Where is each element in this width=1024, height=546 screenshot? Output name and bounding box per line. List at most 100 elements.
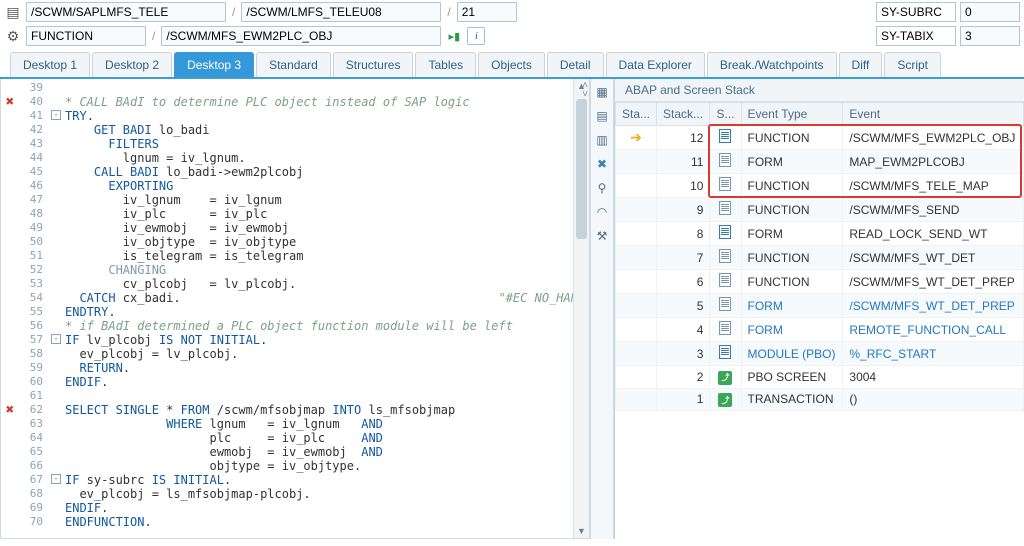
code-line[interactable]: IF sy-subrc IS INITIAL. [65,473,573,487]
code-line[interactable]: CALL BADI lo_badi->ewm2plcobj [65,165,573,179]
code-line[interactable]: ewmobj = iv_ewmobj AND [65,445,573,459]
stack-row[interactable]: 10FUNCTION/SCWM/MFS_TELE_MAP [616,174,1024,198]
code-line[interactable]: ENDFUNCTION. [65,515,573,529]
info-icon[interactable]: i [467,27,485,45]
stack-row[interactable]: 8FORMREAD_LOCK_SEND_WT [616,222,1024,246]
stack-row[interactable]: 3MODULE (PBO)%_RFC_START [616,342,1024,366]
stack-header[interactable]: Event Type [741,103,843,126]
stack-row[interactable]: 6FUNCTION/SCWM/MFS_WT_DET_PREP [616,270,1024,294]
editor-nav-arrows[interactable]: ˄˅ [582,81,588,99]
code-line[interactable]: CHANGING [65,263,573,277]
code-line[interactable]: ENDIF. [65,501,573,515]
code-line[interactable]: cv_plcobj = lv_plcobj. [65,277,573,291]
element-name-input[interactable] [161,26,441,46]
fold-icon[interactable]: - [51,110,61,120]
code-body[interactable]: * CALL BAdI to determine PLC object inst… [51,79,573,538]
line-number[interactable]: 48 [1,207,51,221]
stack-header[interactable]: Event [843,103,1024,126]
code-line[interactable]: FILTERS [65,137,573,151]
code-line[interactable]: plc = iv_plc AND [65,431,573,445]
tool-icon[interactable]: ⚒ [593,227,611,245]
line-number[interactable]: 50 [1,235,51,249]
code-line[interactable] [65,81,573,95]
tab-diff[interactable]: Diff [839,52,883,77]
line-number[interactable]: 46 [1,179,51,193]
stack-row[interactable]: 2⤴PBO SCREEN3004 [616,366,1024,389]
secondary-input[interactable] [241,2,441,22]
stack-row[interactable]: 11FORMMAP_EWM2PLCOBJ [616,150,1024,174]
line-number[interactable]: 70 [1,515,51,529]
layout-icon[interactable]: ▦ [593,83,611,101]
line-number[interactable]: 56 [1,319,51,333]
line-number[interactable]: 67- [1,473,51,487]
tab-objects[interactable]: Objects [478,52,545,77]
line-number[interactable]: 49 [1,221,51,235]
fold-icon[interactable]: - [51,474,61,484]
code-line[interactable]: is_telegram = is_telegram [65,249,573,263]
code-line[interactable]: TRY. [65,109,573,123]
tab-desktop-2[interactable]: Desktop 2 [92,52,172,77]
list-icon[interactable]: ▤ [593,107,611,125]
stack-row[interactable]: ➔12FUNCTION/SCWM/MFS_EWM2PLC_OBJ [616,126,1024,150]
line-number[interactable]: 61 [1,389,51,403]
line-number[interactable]: 57- [1,333,51,347]
tab-tables[interactable]: Tables [415,52,476,77]
stack-header[interactable]: Stack... [657,103,710,126]
line-number[interactable]: 59 [1,361,51,375]
code-line[interactable]: iv_ewmobj = iv_ewmobj [65,221,573,235]
stack-header[interactable]: Sta... [616,103,657,126]
code-line[interactable]: SELECT SINGLE * FROM /scwm/mfsobjmap INT… [65,403,573,417]
line-number[interactable]: 63 [1,417,51,431]
code-line[interactable]: iv_objtype = iv_objtype [65,235,573,249]
tab-desktop-1[interactable]: Desktop 1 [10,52,90,77]
line-number[interactable]: 52 [1,263,51,277]
vertical-scrollbar[interactable]: ▲ ▼ [573,79,589,538]
delete-icon[interactable]: ✖ [593,155,611,173]
stack-header[interactable]: S... [710,103,741,126]
program-include-input[interactable] [26,2,226,22]
code-line[interactable]: GET BADI lo_badi [65,123,573,137]
code-line[interactable]: RETURN. [65,361,573,375]
code-line[interactable]: ev_plcobj = ls_mfsobjmap-plcobj. [65,487,573,501]
goto-icon[interactable]: ▸▮ [445,27,463,45]
line-number[interactable]: 68 [1,487,51,501]
line-number[interactable]: 42 [1,123,51,137]
stack-row[interactable]: 7FUNCTION/SCWM/MFS_WT_DET [616,246,1024,270]
sy-subrc-value[interactable] [960,2,1020,22]
code-line[interactable]: ev_plcobj = lv_plcobj. [65,347,573,361]
breakpoint-icon[interactable]: ✖ [3,95,17,109]
breakpoint-icon[interactable]: ✖ [3,403,17,417]
line-number[interactable]: 39 [1,81,51,95]
code-line[interactable] [65,389,573,403]
line-input[interactable] [457,2,517,22]
line-number[interactable]: 62✖ [1,403,51,417]
code-line[interactable]: WHERE lgnum = iv_lgnum AND [65,417,573,431]
headset-icon[interactable]: ◠ [593,203,611,221]
code-line[interactable]: iv_plc = iv_plc [65,207,573,221]
code-line[interactable]: EXPORTING [65,179,573,193]
line-number[interactable]: 40✖ [1,95,51,109]
line-number[interactable]: 55 [1,305,51,319]
tab-script[interactable]: Script [884,52,941,77]
line-number[interactable]: 69 [1,501,51,515]
line-number[interactable]: 44 [1,151,51,165]
line-number[interactable]: 51 [1,249,51,263]
tab-desktop-3[interactable]: Desktop 3 [174,52,254,77]
line-number[interactable]: 41- [1,109,51,123]
code-line[interactable]: ENDTRY. [65,305,573,319]
stack-row[interactable]: 1⤴TRANSACTION() [616,388,1024,411]
line-number[interactable]: 64 [1,431,51,445]
line-number[interactable]: 60 [1,375,51,389]
line-number[interactable]: 54 [1,291,51,305]
settings-icon[interactable]: ⚙ [4,27,22,45]
line-number[interactable]: 53 [1,277,51,291]
grid-icon[interactable]: ▥ [593,131,611,149]
tab-data-explorer[interactable]: Data Explorer [606,52,705,77]
stack-row[interactable]: 5FORM/SCWM/MFS_WT_DET_PREP [616,294,1024,318]
code-line[interactable]: * if BAdI determined a PLC object functi… [65,319,573,333]
tab-detail[interactable]: Detail [547,52,604,77]
tab-structures[interactable]: Structures [333,52,414,77]
line-number[interactable]: 47 [1,193,51,207]
search-icon[interactable]: ⚲ [593,179,611,197]
stack-row[interactable]: 9FUNCTION/SCWM/MFS_SEND [616,198,1024,222]
